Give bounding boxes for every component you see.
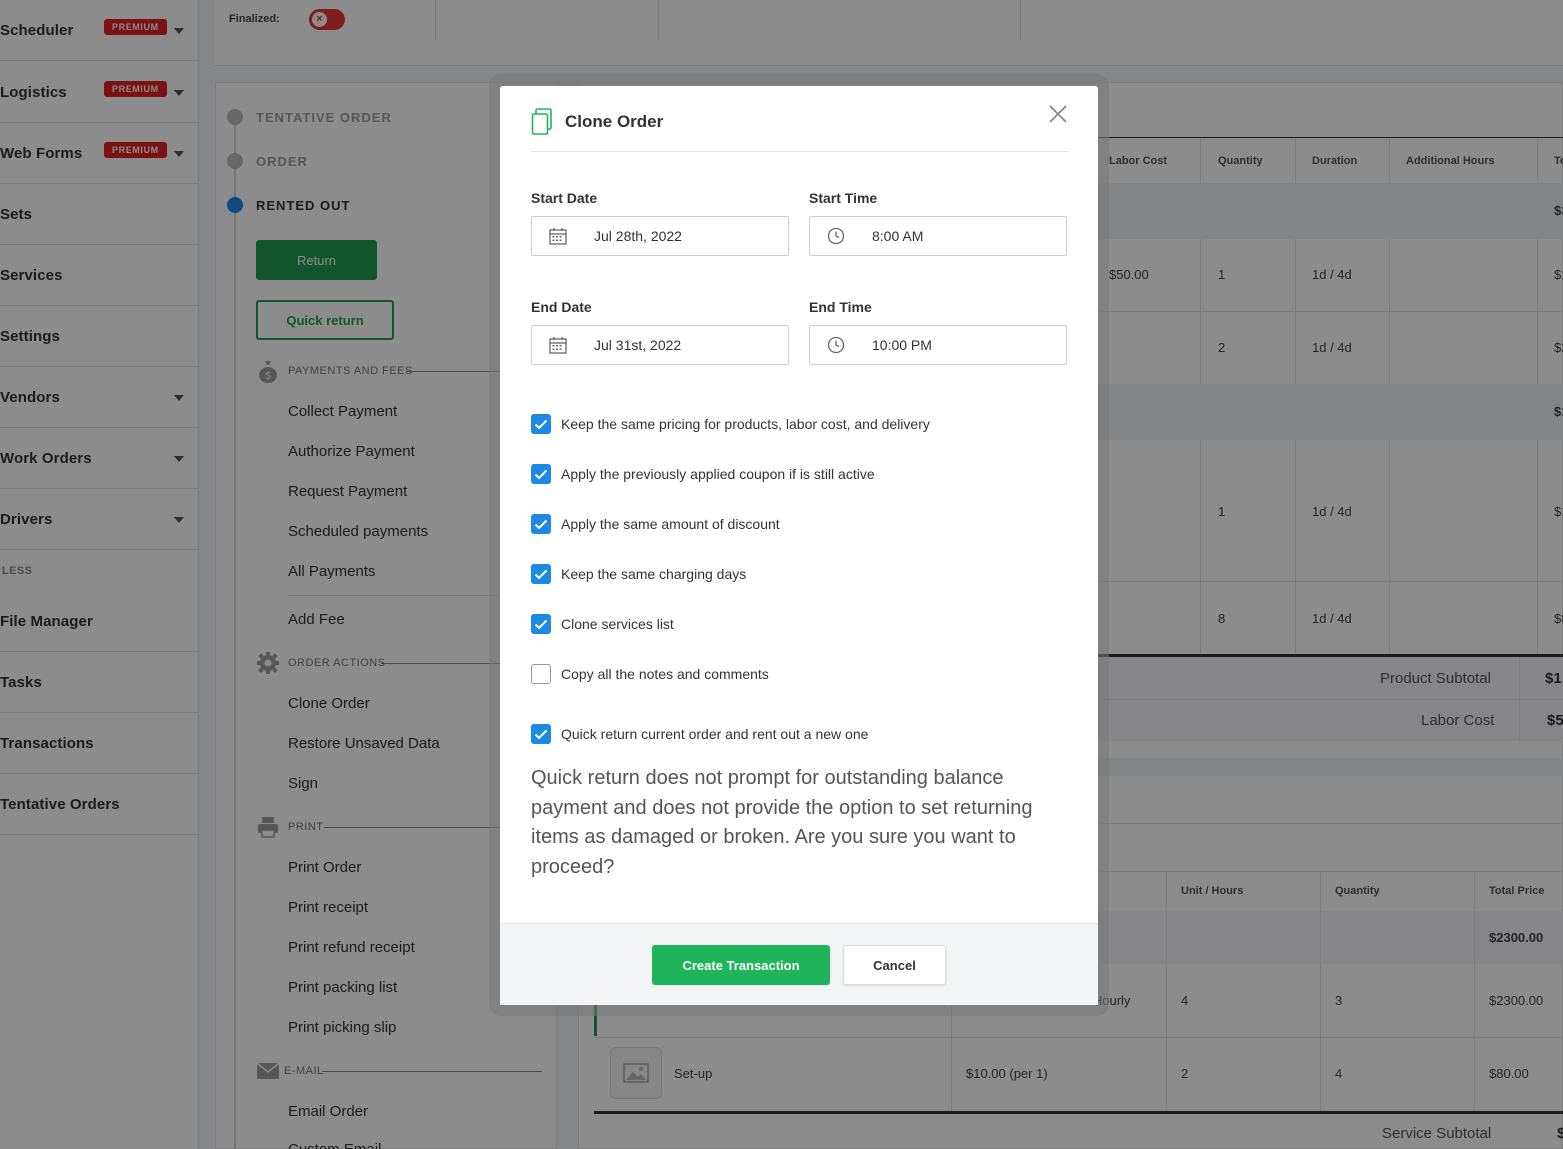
option-keep-charging-days[interactable]: Keep the same charging days [531,564,746,584]
dialog-header: Clone Order [531,108,1068,152]
end-date-label: End Date [531,299,592,315]
start-time-field[interactable]: 8:00 AM [809,216,1067,256]
option-label: Keep the same pricing for products, labo… [561,416,930,432]
checkbox-checked-icon[interactable] [531,414,551,434]
dialog-footer: Create Transaction Cancel [500,923,1098,1005]
end-time-label: End Time [809,299,872,315]
end-date-value: Jul 31st, 2022 [594,337,682,353]
clock-icon [816,326,856,364]
calendar-icon [538,217,578,255]
start-time-value: 8:00 AM [872,228,924,244]
checkbox-checked-icon[interactable] [531,724,551,744]
option-apply-coupon[interactable]: Apply the previously applied coupon if i… [531,464,875,484]
start-date-label: Start Date [531,190,598,206]
option-label: Quick return current order and rent out … [561,726,869,742]
quick-return-warning: Quick return does not prompt for outstan… [531,767,1033,878]
start-date-value: Jul 28th, 2022 [594,228,682,244]
option-apply-discount[interactable]: Apply the same amount of discount [531,514,780,534]
clone-document-icon [531,108,553,141]
option-label: Apply the previously applied coupon if i… [561,466,875,482]
clone-order-dialog: Clone Order Start Date Jul 28th, 2022 St… [500,86,1098,1005]
start-time-label: Start Time [809,190,878,206]
option-keep-pricing[interactable]: Keep the same pricing for products, labo… [531,414,930,434]
option-label: Apply the same amount of discount [561,516,780,532]
option-label: Keep the same charging days [561,566,747,582]
create-transaction-button[interactable]: Create Transaction [652,945,830,985]
option-copy-notes[interactable]: Copy all the notes and comments [531,664,769,684]
end-time-field[interactable]: 10:00 PM [809,325,1067,365]
dialog-title: Clone Order [565,112,664,131]
checkbox-checked-icon[interactable] [531,464,551,484]
option-label: Copy all the notes and comments [561,666,769,682]
checkbox-checked-icon[interactable] [531,614,551,634]
checkbox-checked-icon[interactable] [531,514,551,534]
cancel-button[interactable]: Cancel [843,945,946,985]
option-clone-services[interactable]: Clone services list [531,614,674,634]
checkbox-checked-icon[interactable] [531,564,551,584]
end-date-field[interactable]: Jul 31st, 2022 [531,325,789,365]
start-date-field[interactable]: Jul 28th, 2022 [531,216,789,256]
option-label: Clone services list [561,616,674,632]
option-quick-return[interactable]: Quick return current order and rent out … [531,724,868,744]
checkbox-unchecked-icon[interactable] [531,664,551,684]
calendar-icon [538,326,578,364]
close-icon[interactable] [1048,104,1070,126]
clock-icon [816,217,856,255]
end-time-value: 10:00 PM [872,337,932,353]
